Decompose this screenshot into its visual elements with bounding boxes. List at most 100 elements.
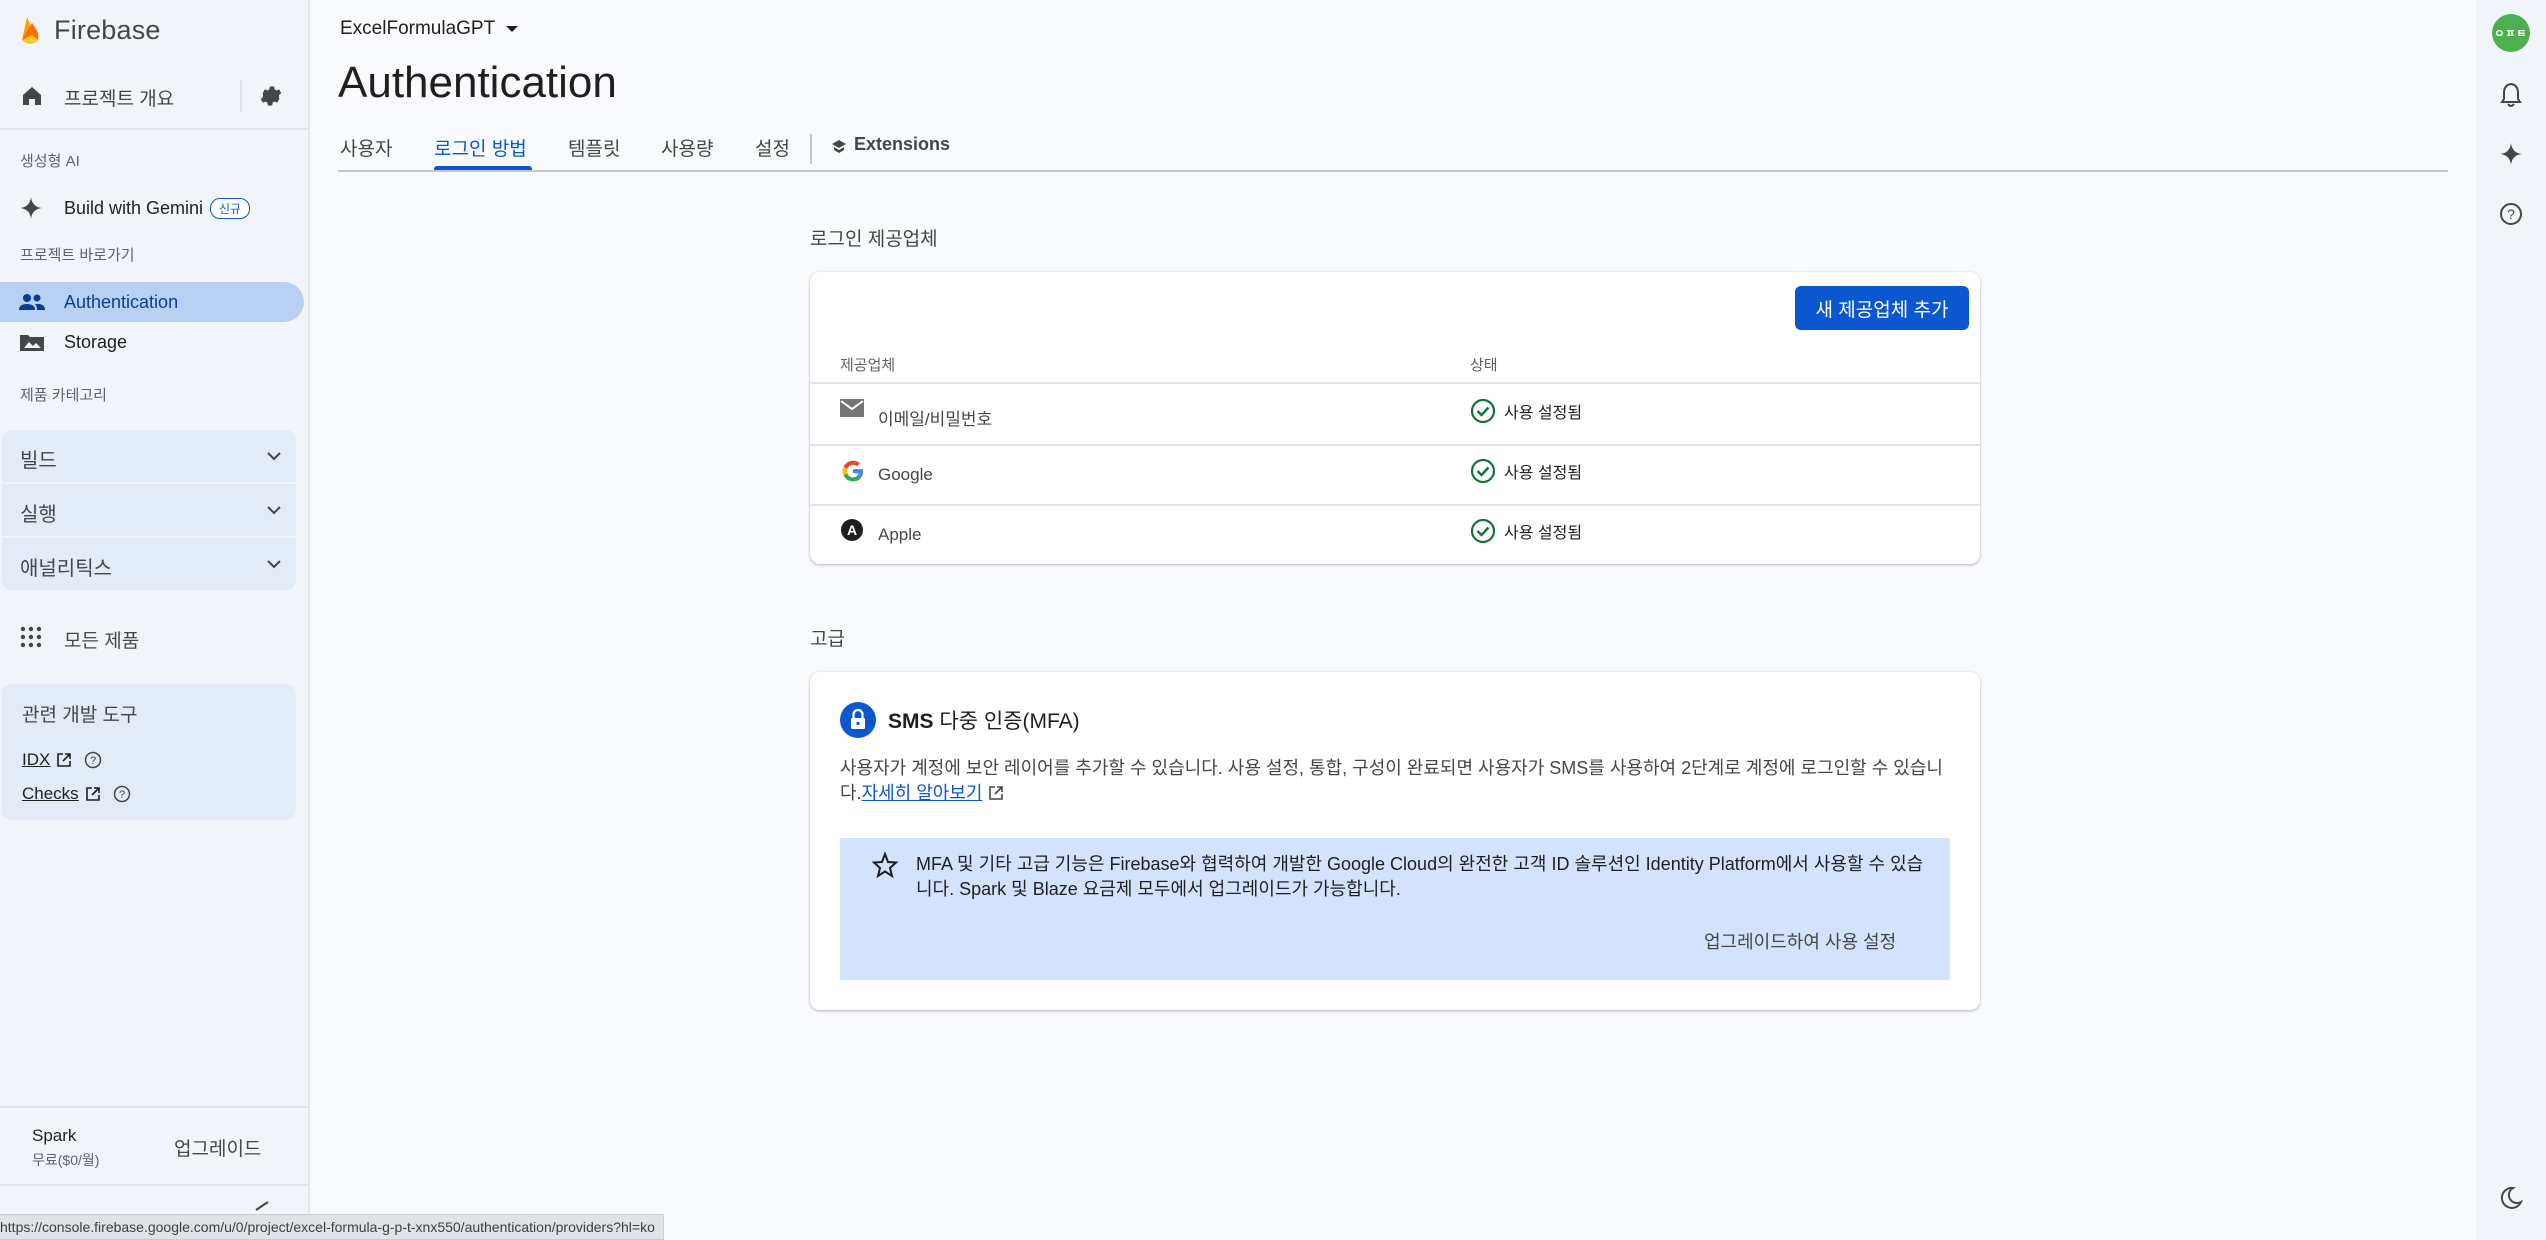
mfa-title-rest: 다중 인증(MFA): [933, 710, 1080, 733]
mfa-description: 사용자가 계정에 보안 레이어를 추가할 수 있습니다. 사용 설정, 통합, …: [840, 756, 1950, 806]
home-icon: [23, 87, 41, 105]
apps-grid-icon: [20, 626, 42, 648]
lock-icon: [840, 702, 876, 738]
check-circle-icon: [1470, 518, 1496, 544]
new-badge: 신규: [210, 198, 251, 219]
category-analytics[interactable]: 애널리틱스: [2, 538, 296, 590]
status-text: 사용 설정됨: [1504, 465, 1583, 482]
svg-text:?: ?: [119, 789, 125, 801]
plan-price: 무료($0/월): [32, 1152, 100, 1168]
sidebar-item-label: Storage: [64, 332, 128, 352]
tab-extensions-label: Extensions: [854, 134, 951, 154]
tab-settings[interactable]: 설정: [755, 134, 790, 161]
sidebar: Firebase 프로젝트 개요 생성형 AI Build with Gemin…: [0, 0, 310, 1240]
divider: [0, 1184, 310, 1186]
provider-name: 이메일/비밀번호: [878, 410, 993, 429]
page-title: Authentication: [338, 58, 617, 107]
status-text: 사용 설정됨: [1504, 405, 1583, 422]
help-icon[interactable]: ?: [84, 751, 102, 769]
divider: [240, 80, 242, 112]
status-text: 사용 설정됨: [1504, 525, 1583, 542]
avatar[interactable]: ㅇㅍㅌ: [2492, 14, 2530, 52]
brand-name: Firebase: [54, 14, 161, 45]
learn-more-label: 자세히 알아보기: [861, 783, 983, 803]
check-circle-icon: [1470, 398, 1496, 424]
firebase-logo-icon: [22, 17, 39, 44]
provider-row-apple[interactable]: A Apple 사용 설정됨: [810, 504, 1980, 564]
people-icon: [19, 294, 45, 310]
category-label: 애널리틱스: [20, 558, 112, 580]
status-badge: 사용 설정됨: [1470, 398, 1582, 424]
plan-section: Spark 무료($0/월) 업그레이드: [0, 1108, 310, 1184]
learn-more-link[interactable]: 자세히 알아보기: [862, 783, 983, 803]
sidebar-item-storage[interactable]: Storage: [0, 322, 304, 362]
collapse-sidebar-icon[interactable]: [254, 1200, 270, 1212]
svg-text:?: ?: [90, 755, 96, 767]
category-group: 빌드 실행 애널리틱스: [2, 430, 296, 590]
overview-label: 프로젝트 개요: [64, 89, 175, 110]
category-label: 실행: [20, 504, 57, 526]
photo-folder-icon: [20, 335, 44, 351]
category-run[interactable]: 실행: [2, 484, 296, 536]
advanced-heading: 고급: [810, 629, 845, 650]
column-header-status: 상태: [1470, 357, 1498, 374]
caret-down-icon: [506, 26, 519, 32]
gear-icon[interactable]: [258, 83, 284, 109]
svg-text:A: A: [847, 522, 857, 538]
tab-users[interactable]: 사용자: [340, 134, 392, 161]
provider-name: Google: [878, 465, 933, 484]
category-build[interactable]: 빌드: [2, 430, 296, 482]
sidebar-item-authentication[interactable]: Authentication: [0, 282, 304, 322]
apple-icon: A: [841, 519, 863, 541]
status-badge: 사용 설정됨: [1470, 518, 1582, 544]
provider-row-email[interactable]: 이메일/비밀번호 사용 설정됨: [810, 384, 1980, 444]
firebase-brand[interactable]: Firebase: [18, 12, 161, 48]
upgrade-button[interactable]: 업그레이드: [174, 1134, 261, 1161]
gemini-sparkle-icon[interactable]: [2499, 142, 2523, 166]
checks-link[interactable]: Checks ?: [22, 784, 131, 804]
mfa-title-bold: SMS: [888, 710, 934, 733]
divider: [810, 134, 812, 164]
mfa-description-text: 사용자가 계정에 보안 레이어를 추가할 수 있습니다. 사용 설정, 통합, …: [840, 758, 1943, 803]
sidebar-item-gemini[interactable]: Build with Gemini 신규: [0, 188, 304, 228]
provider-name: Apple: [878, 525, 922, 544]
add-provider-button[interactable]: 새 제공업체 추가: [1795, 286, 1969, 330]
providers-card: 새 제공업체 추가 제공업체 상태 이메일/비밀번호 사용 설정됨 Google…: [810, 272, 1980, 564]
all-products-label: 모든 제품: [64, 631, 140, 652]
notifications-icon[interactable]: [2499, 82, 2523, 108]
sidebar-item-label: Authentication: [64, 292, 179, 312]
plan-name: Spark: [32, 1126, 77, 1145]
sidebar-item-label: Build with Gemini: [64, 198, 204, 218]
providers-heading: 로그인 제공업체: [810, 229, 938, 250]
tab-extensions[interactable]: Extensions: [830, 134, 950, 155]
category-label: 빌드: [20, 450, 57, 472]
divider: [0, 128, 310, 130]
tab-templates[interactable]: 템플릿: [568, 134, 620, 161]
section-label-categories: 제품 카테고리: [20, 387, 107, 404]
star-icon: [872, 852, 898, 878]
tab-sign-in-method[interactable]: 로그인 방법: [434, 134, 527, 161]
help-icon[interactable]: ?: [2499, 202, 2523, 226]
extensions-icon: [832, 139, 846, 153]
devtools-title: 관련 개발 도구: [22, 705, 138, 726]
section-label-genai: 생성형 AI: [20, 153, 80, 170]
project-name: ExcelFormulaGPT: [340, 18, 496, 39]
help-icon[interactable]: ?: [113, 785, 131, 803]
tab-usage[interactable]: 사용량: [661, 134, 713, 161]
open-in-new-icon: [85, 787, 100, 801]
section-label-shortcuts: 프로젝트 바로가기: [20, 247, 135, 264]
idx-link[interactable]: IDX ?: [22, 750, 102, 770]
upgrade-enable-link[interactable]: 업그레이드하여 사용 설정: [1704, 928, 1896, 954]
svg-text:?: ?: [2507, 206, 2515, 222]
checks-link-label: Checks: [22, 784, 79, 803]
mfa-title: SMS 다중 인증(MFA): [840, 702, 1080, 738]
project-selector[interactable]: ExcelFormulaGPT: [340, 18, 519, 40]
related-dev-tools: 관련 개발 도구 IDX ? Checks ?: [2, 684, 296, 820]
provider-row-google[interactable]: Google 사용 설정됨: [810, 444, 1980, 504]
chevron-down-icon: [267, 506, 281, 515]
all-products[interactable]: 모든 제품: [0, 616, 304, 656]
google-icon: [842, 460, 863, 482]
identity-platform-info-box: MFA 및 기타 고급 기능은 Firebase와 협력하여 개발한 Googl…: [840, 838, 1950, 980]
dark-mode-icon[interactable]: [2499, 1186, 2523, 1210]
idx-link-label: IDX: [22, 750, 51, 769]
